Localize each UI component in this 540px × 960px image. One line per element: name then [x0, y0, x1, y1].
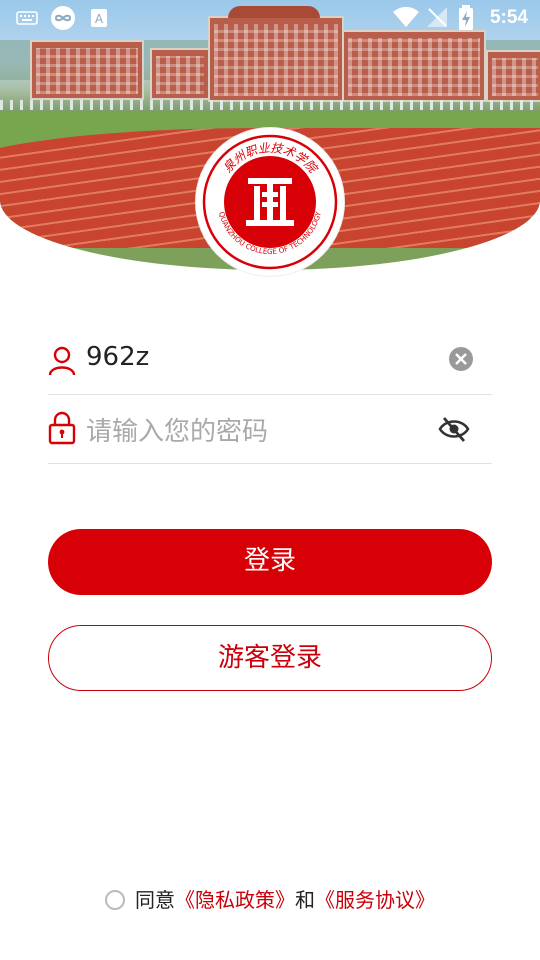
wifi-icon — [393, 6, 419, 27]
username-input[interactable]: 962z — [86, 342, 149, 372]
password-row: 请输入您的密码 — [48, 395, 492, 464]
signal-off-icon — [427, 7, 447, 27]
svg-text:A: A — [95, 12, 104, 26]
privacy-policy-link[interactable]: 《隐私政策》 — [175, 888, 295, 912]
battery-charging-icon — [459, 5, 473, 30]
guest-login-button[interactable]: 游客登录 — [48, 625, 492, 691]
agree-conjunction: 和 — [295, 888, 315, 912]
clear-icon[interactable] — [448, 346, 474, 372]
building — [30, 40, 144, 100]
agree-radio[interactable] — [105, 890, 125, 910]
login-button[interactable]: 登录 — [48, 529, 492, 595]
building — [150, 48, 210, 100]
college-logo: 泉州职业技术学院 QUANZHOU COLLEGE OF TECHNOLOGY — [196, 128, 344, 276]
status-bar: A 5:54 — [0, 0, 540, 36]
agreement-line: 同意《隐私政策》和《服务协议》 — [0, 884, 540, 913]
translate-icon: A — [91, 9, 107, 27]
building — [486, 50, 540, 102]
lock-icon — [48, 411, 76, 445]
college-seal-emblem: 泉州职业技术学院 QUANZHOU COLLEGE OF TECHNOLOGY — [202, 134, 338, 270]
building — [342, 30, 486, 102]
keyboard-icon — [16, 11, 38, 25]
fence — [0, 100, 540, 110]
status-time: 5:54 — [489, 7, 528, 28]
username-row: 962z — [48, 326, 492, 395]
infinity-icon — [51, 6, 75, 30]
user-icon — [48, 346, 76, 376]
password-input[interactable]: 请输入您的密码 — [86, 411, 268, 448]
service-agreement-link[interactable]: 《服务协议》 — [315, 888, 435, 912]
agree-prefix: 同意 — [135, 888, 175, 912]
eye-off-icon[interactable] — [438, 415, 470, 443]
